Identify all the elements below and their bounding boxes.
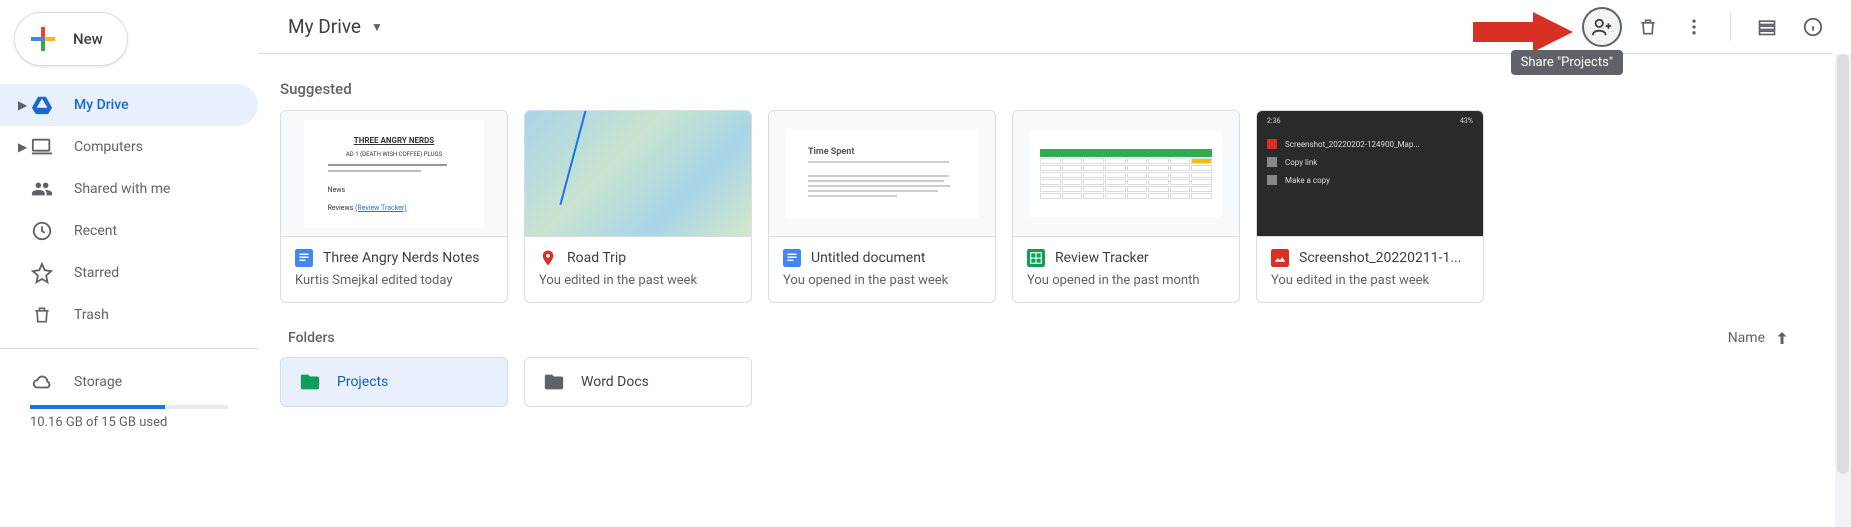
trash-icon xyxy=(1638,17,1658,37)
storage-text: 10.16 GB of 15 GB used xyxy=(30,415,258,430)
thumb-filename: Screenshot_20220202-124900_Map... xyxy=(1285,140,1420,149)
thumb-heading: THREE ANGRY NERDS xyxy=(328,136,461,145)
suggested-card[interactable]: THREE ANGRY NERDS AD 1 (DEATH WISH COFFE… xyxy=(280,110,508,303)
new-button[interactable]: New xyxy=(14,12,128,66)
info-icon xyxy=(1802,16,1824,38)
arrow-up-icon xyxy=(1773,329,1791,347)
chevron-right-icon: ▶ xyxy=(18,140,30,154)
people-icon xyxy=(30,177,54,201)
arrow-callout xyxy=(1473,12,1573,52)
divider xyxy=(0,348,258,349)
folder-row: Projects Word Docs xyxy=(258,357,1833,407)
main: My Drive ▼ Share "Projects" xyxy=(258,0,1833,527)
sidebar-item-trash[interactable]: Trash xyxy=(0,294,258,336)
folder-icon xyxy=(543,371,565,393)
card-subtitle: You edited in the past week xyxy=(539,273,737,288)
folder-label: Word Docs xyxy=(581,374,649,390)
card-subtitle: You opened in the past month xyxy=(1027,273,1225,288)
card-subtitle: You edited in the past week xyxy=(1271,273,1469,288)
share-tooltip: Share "Projects" xyxy=(1511,50,1623,75)
person-add-icon xyxy=(1591,16,1613,38)
thumb-heading: Time Spent xyxy=(808,147,956,157)
maps-icon xyxy=(539,249,557,267)
suggested-card[interactable]: Review Tracker You opened in the past mo… xyxy=(1012,110,1240,303)
divider xyxy=(1730,13,1731,41)
storage-bar xyxy=(30,405,228,409)
details-button[interactable] xyxy=(1793,7,1833,47)
more-button[interactable] xyxy=(1674,7,1714,47)
breadcrumb-label: My Drive xyxy=(288,15,361,38)
image-icon xyxy=(1271,249,1289,267)
clock-icon xyxy=(30,219,54,243)
chevron-down-icon: ▼ xyxy=(371,20,383,34)
share-button[interactable] xyxy=(1582,7,1622,47)
sidebar: New ▶ My Drive ▶ Computers Shared with m… xyxy=(0,0,258,527)
new-button-label: New xyxy=(73,30,103,48)
sidebar-item-label: My Drive xyxy=(74,97,129,113)
docs-icon xyxy=(783,249,801,267)
thumb-menu-copy-link: Copy link xyxy=(1285,158,1317,167)
thumb-time: 2:36 xyxy=(1267,117,1281,125)
thumb-battery: 43% xyxy=(1460,117,1473,125)
sidebar-item-label: Shared with me xyxy=(74,181,170,197)
delete-button[interactable] xyxy=(1628,7,1668,47)
card-title: Untitled document xyxy=(811,250,926,266)
suggested-card[interactable]: Road Trip You edited in the past week xyxy=(524,110,752,303)
cloud-icon xyxy=(30,370,54,394)
sort-control[interactable]: Name xyxy=(1728,329,1791,347)
more-vert-icon xyxy=(1684,17,1704,37)
card-thumbnail xyxy=(525,111,751,237)
storage-label: Storage xyxy=(74,374,122,390)
sidebar-item-label: Starred xyxy=(74,265,119,281)
folders-title: Folders xyxy=(288,330,335,346)
plus-icon xyxy=(25,21,61,57)
card-title: Road Trip xyxy=(567,250,626,266)
sort-label: Name xyxy=(1728,330,1765,346)
card-title: Screenshot_20220211-1... xyxy=(1299,250,1461,266)
suggested-cards: THREE ANGRY NERDS AD 1 (DEATH WISH COFFE… xyxy=(258,110,1833,303)
scrollbar-thumb[interactable] xyxy=(1837,54,1849,474)
card-thumbnail xyxy=(1013,111,1239,237)
header: My Drive ▼ Share "Projects" xyxy=(258,0,1833,54)
docs-icon xyxy=(295,249,313,267)
card-title: Three Angry Nerds Notes xyxy=(323,250,480,266)
card-thumbnail: Time Spent xyxy=(769,111,995,237)
sidebar-item-starred[interactable]: Starred xyxy=(0,252,258,294)
sheets-icon xyxy=(1027,249,1045,267)
sidebar-item-computers[interactable]: ▶ Computers xyxy=(0,126,258,168)
trash-icon xyxy=(30,303,54,327)
list-view-icon xyxy=(1757,17,1777,37)
toolbar xyxy=(1582,0,1833,54)
suggested-card[interactable]: 2:36 43% Screenshot_20220202-124900_Map..… xyxy=(1256,110,1484,303)
sidebar-item-recent[interactable]: Recent xyxy=(0,210,258,252)
folder-chip-word-docs[interactable]: Word Docs xyxy=(524,357,752,407)
card-subtitle: Kurtis Smejkal edited today xyxy=(295,273,493,288)
sidebar-item-my-drive[interactable]: ▶ My Drive xyxy=(0,84,258,126)
drive-icon xyxy=(30,93,54,117)
chevron-right-icon: ▶ xyxy=(18,98,30,112)
folder-label: Projects xyxy=(337,374,388,390)
sidebar-item-label: Trash xyxy=(74,307,109,323)
folder-chip-projects[interactable]: Projects xyxy=(280,357,508,407)
breadcrumb[interactable]: My Drive ▼ xyxy=(280,11,391,42)
sidebar-item-label: Computers xyxy=(74,139,143,155)
computers-icon xyxy=(30,135,54,159)
thumb-menu-make-copy: Make a copy xyxy=(1285,176,1330,185)
sidebar-item-shared[interactable]: Shared with me xyxy=(0,168,258,210)
view-toggle-button[interactable] xyxy=(1747,7,1787,47)
card-title: Review Tracker xyxy=(1055,250,1149,266)
nav: ▶ My Drive ▶ Computers Shared with me Re… xyxy=(0,84,258,430)
card-thumbnail: 2:36 43% Screenshot_20220202-124900_Map..… xyxy=(1257,111,1483,237)
sidebar-item-label: Recent xyxy=(74,223,117,239)
card-thumbnail: THREE ANGRY NERDS AD 1 (DEATH WISH COFFE… xyxy=(281,111,507,237)
star-icon xyxy=(30,261,54,285)
card-subtitle: You opened in the past week xyxy=(783,273,981,288)
suggested-card[interactable]: Time Spent Untitled document You opened … xyxy=(768,110,996,303)
sidebar-item-storage[interactable]: Storage xyxy=(0,361,258,403)
folder-icon xyxy=(299,371,321,393)
